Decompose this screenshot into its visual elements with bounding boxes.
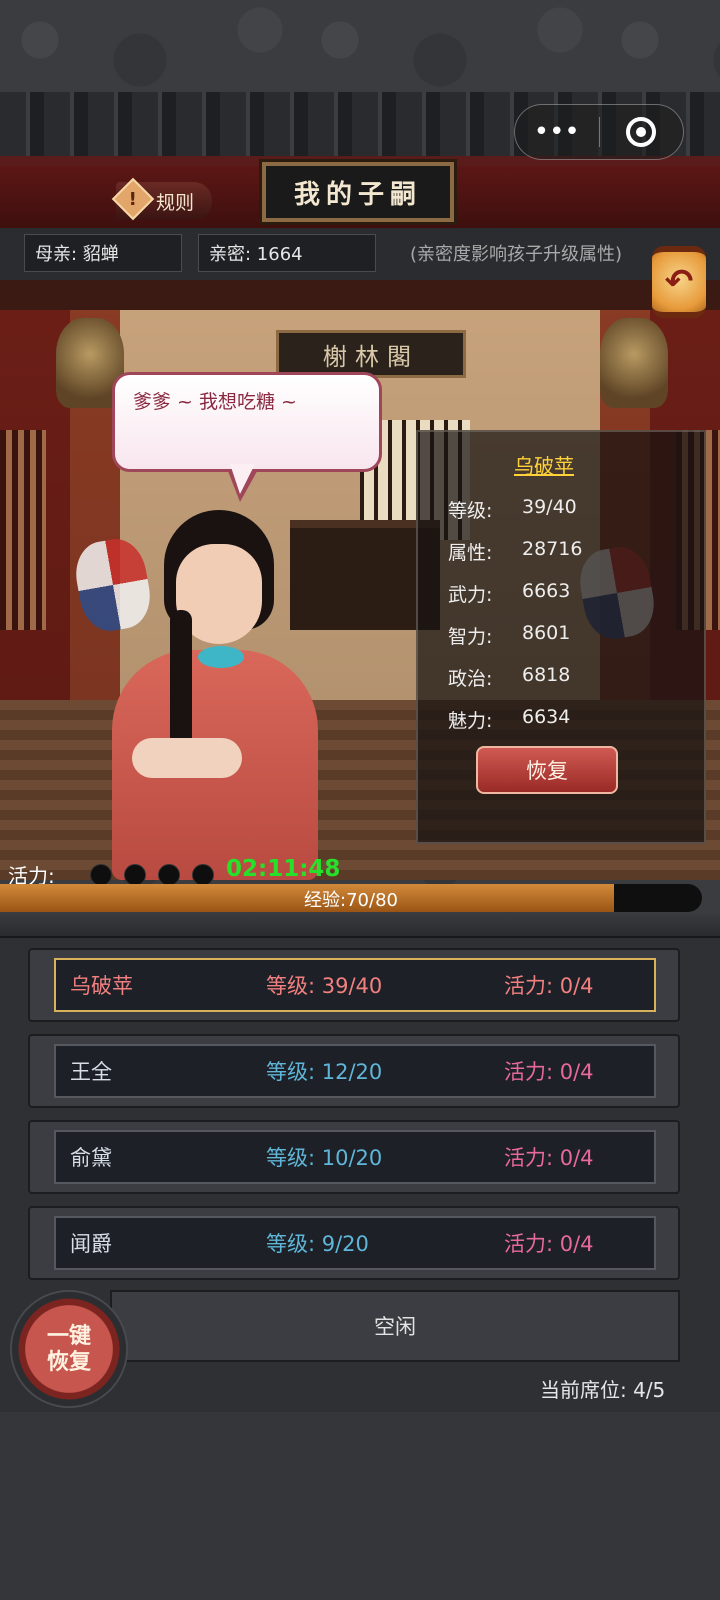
stat-value: 6663	[522, 580, 571, 602]
stat-attribute: 属性: 28716	[448, 538, 582, 565]
child-row-name: 王全	[70, 1060, 112, 1084]
stat-label: 武力:	[448, 584, 493, 606]
child-name-link[interactable]: 乌破苹	[514, 450, 574, 479]
list-top-strip	[0, 912, 720, 938]
stat-force: 武力: 6663	[448, 580, 570, 607]
speech-text: 爹爹 ~ 我想吃糖 ~	[133, 391, 297, 413]
child-row-panel: 俞黛 等级: 10/20 活力: 0/4	[54, 1130, 656, 1184]
child-row-name: 乌破苹	[70, 974, 133, 998]
child-row-vitality: 活力: 0/4	[504, 974, 594, 998]
child-row-vitality: 活力: 0/4	[504, 1146, 594, 1170]
lattice-window-left	[0, 430, 46, 630]
lion-lantern-right	[600, 318, 668, 408]
stat-value: 8601	[522, 622, 571, 644]
child-row-panel: 乌破苹 等级: 39/40 活力: 0/4	[54, 958, 656, 1012]
stat-politics: 政治: 6818	[448, 664, 570, 691]
experience-label: 经验:70/80	[304, 890, 398, 911]
child-row-vitality: 活力: 0/4	[504, 1232, 594, 1256]
vitality-timer: 02:11:48	[226, 856, 341, 882]
stat-charm: 魅力: 6634	[448, 706, 570, 733]
child-row-level: 等级: 39/40	[266, 974, 383, 998]
scene-plaque: 榭林閣	[276, 330, 466, 378]
child-row-level: 等级: 10/20	[266, 1146, 383, 1170]
intimacy-field: 亲密: 1664	[198, 234, 376, 272]
stat-label: 属性:	[448, 542, 493, 564]
empty-slot-button[interactable]: 空闲	[110, 1290, 680, 1362]
stat-value: 39/40	[522, 496, 577, 518]
close-miniprogram-button[interactable]	[600, 105, 684, 159]
vitality-dot	[124, 864, 146, 886]
child-row-panel: 王全 等级: 12/20 活力: 0/4	[54, 1044, 656, 1098]
child-row-vitality: 活力: 0/4	[504, 1060, 594, 1084]
child-collar	[198, 646, 244, 668]
vitality-dot	[192, 864, 214, 886]
child-row[interactable]: 俞黛 等级: 10/20 活力: 0/4	[28, 1120, 680, 1194]
one-key-restore-button[interactable]: 一键恢复	[10, 1290, 128, 1408]
child-row-panel: 闻爵 等级: 9/20 活力: 0/4	[54, 1216, 656, 1270]
child-row[interactable]: 王全 等级: 12/20 活力: 0/4	[28, 1034, 680, 1108]
child-row[interactable]: 闻爵 等级: 9/20 活力: 0/4	[28, 1206, 680, 1280]
child-row-level: 等级: 12/20	[266, 1060, 383, 1084]
rules-label: 规则	[156, 191, 195, 214]
more-button[interactable]: •••	[515, 105, 599, 159]
stat-value: 6818	[522, 664, 571, 686]
stat-label: 魅力:	[448, 710, 493, 732]
stat-level: 等级: 39/40	[448, 496, 577, 523]
vitality-dot	[90, 864, 112, 886]
stat-label: 政治:	[448, 668, 493, 690]
back-arrow-icon: ↶	[664, 262, 694, 302]
more-icon: •••	[533, 117, 580, 147]
intimacy-note: (亲密度影响孩子升级属性)	[410, 244, 623, 265]
mother-field: 母亲: 貂蝉	[24, 234, 182, 272]
stat-intelligence: 智力: 8601	[448, 622, 570, 649]
child-row[interactable]: 乌破苹 等级: 39/40 活力: 0/4	[28, 948, 680, 1022]
seat-count-label: 当前席位: 4/5	[540, 1378, 666, 1402]
miniprogram-capsule: •••	[514, 104, 684, 160]
stat-value: 6634	[522, 706, 571, 728]
one-key-restore-label: 一键恢复	[46, 1323, 91, 1375]
child-row-name: 闻爵	[70, 1232, 112, 1256]
stat-value: 28716	[522, 538, 583, 560]
stat-label: 等级:	[448, 500, 493, 522]
child-braid	[170, 610, 192, 750]
scene-beam	[0, 280, 720, 310]
bottom-background	[0, 1412, 720, 1600]
back-button[interactable]: ↶	[652, 246, 706, 318]
speech-bubble: 爹爹 ~ 我想吃糖 ~	[112, 372, 382, 472]
speech-bubble-tail-inner	[230, 464, 255, 494]
child-row-level: 等级: 9/20	[266, 1232, 369, 1256]
child-row-name: 俞黛	[70, 1146, 112, 1170]
child-portrait[interactable]	[80, 510, 330, 880]
child-hands	[132, 738, 242, 778]
stat-label: 智力:	[448, 626, 493, 648]
page-title: 我的子嗣	[259, 159, 457, 225]
restore-button[interactable]: 恢复	[476, 746, 618, 794]
target-icon	[626, 117, 657, 147]
vitality-dot	[158, 864, 180, 886]
